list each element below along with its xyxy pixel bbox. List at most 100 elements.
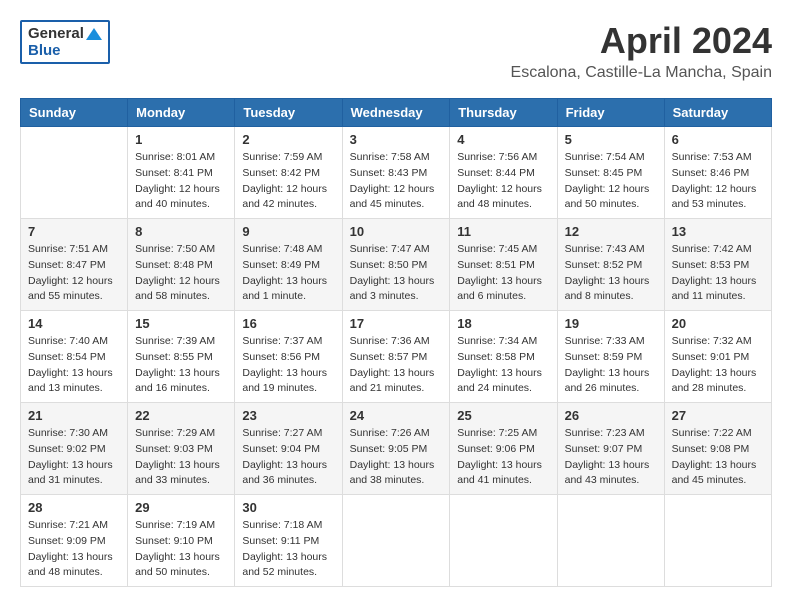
logo: General Blue (20, 20, 110, 64)
calendar-cell (557, 495, 664, 587)
calendar-cell: 26 Sunrise: 7:23 AMSunset: 9:07 PMDayligh… (557, 403, 664, 495)
column-header-friday: Friday (557, 99, 664, 127)
day-info: Sunrise: 7:33 AMSunset: 8:59 PMDaylight:… (565, 334, 657, 397)
day-info: Sunrise: 7:34 AMSunset: 8:58 PMDaylight:… (457, 334, 549, 397)
calendar-cell: 2Sunrise: 7:59 AMSunset: 8:42 PMDaylight… (235, 127, 342, 219)
calendar-body: 1Sunrise: 8:01 AMSunset: 8:41 PMDaylight… (21, 127, 772, 587)
day-number: 18 (457, 316, 549, 331)
week-row-4: 21 Sunrise: 7:30 AMSunset: 9:02 PMDayligh… (21, 403, 772, 495)
day-info: Sunrise: 7:21 AMSunset: 9:09 PMDaylight:… (28, 518, 120, 581)
calendar-cell: 27 Sunrise: 7:22 AMSunset: 9:08 PMDayligh… (664, 403, 771, 495)
calendar-cell (342, 495, 450, 587)
day-info: Sunrise: 7:22 AMSunset: 9:08 PMDaylight:… (672, 426, 764, 489)
day-info: Sunrise: 7:54 AMSunset: 8:45 PMDaylight:… (565, 150, 657, 213)
day-info: Sunrise: 7:37 AMSunset: 8:56 PMDaylight:… (242, 334, 334, 397)
day-info: Sunrise: 7:27 AMSunset: 9:04 PMDaylight:… (242, 426, 334, 489)
day-number: 15 (135, 316, 227, 331)
day-number: 6 (672, 132, 764, 147)
column-header-wednesday: Wednesday (342, 99, 450, 127)
calendar-cell: 23Sunrise: 7:27 AMSunset: 9:04 PMDayligh… (235, 403, 342, 495)
day-number: 5 (565, 132, 657, 147)
calendar-cell: 3Sunrise: 7:58 AMSunset: 8:43 PMDaylight… (342, 127, 450, 219)
logo-box: General Blue (20, 20, 110, 64)
calendar-cell: 7 Sunrise: 7:51 AMSunset: 8:47 PMDaylight… (21, 219, 128, 311)
location-subtitle: Escalona, Castille-La Mancha, Spain (511, 64, 772, 82)
day-info: Sunrise: 7:58 AMSunset: 8:43 PMDaylight:… (350, 150, 443, 213)
column-header-saturday: Saturday (664, 99, 771, 127)
title-section: April 2024 Escalona, Castille-La Mancha,… (511, 20, 772, 82)
day-number: 16 (242, 316, 334, 331)
header-row: SundayMondayTuesdayWednesdayThursdayFrid… (21, 99, 772, 127)
calendar-cell: 30 Sunrise: 7:18 AMSunset: 9:11 PMDayligh… (235, 495, 342, 587)
day-info: Sunrise: 7:26 AMSunset: 9:05 PMDaylight:… (350, 426, 443, 489)
day-number: 7 (28, 224, 120, 239)
calendar-cell: 10Sunrise: 7:47 AMSunset: 8:50 PMDayligh… (342, 219, 450, 311)
calendar-cell: 18 Sunrise: 7:34 AMSunset: 8:58 PMDayligh… (450, 311, 557, 403)
day-info: Sunrise: 7:47 AMSunset: 8:50 PMDaylight:… (350, 242, 443, 305)
week-row-1: 1Sunrise: 8:01 AMSunset: 8:41 PMDaylight… (21, 127, 772, 219)
calendar-cell: 11Sunrise: 7:45 AMSunset: 8:51 PMDayligh… (450, 219, 557, 311)
day-info: Sunrise: 7:25 AMSunset: 9:06 PMDaylight:… (457, 426, 549, 489)
day-info: Sunrise: 7:23 AMSunset: 9:07 PMDaylight:… (565, 426, 657, 489)
calendar-cell: 19 Sunrise: 7:33 AMSunset: 8:59 PMDayligh… (557, 311, 664, 403)
day-info: Sunrise: 7:53 AMSunset: 8:46 PMDaylight:… (672, 150, 764, 213)
day-number: 24 (350, 408, 443, 423)
day-number: 17 (350, 316, 443, 331)
calendar-cell: 16 Sunrise: 7:37 AMSunset: 8:56 PMDayligh… (235, 311, 342, 403)
page-header: General Blue April 2024 Escalona, Castil… (20, 20, 772, 82)
calendar-cell: 21 Sunrise: 7:30 AMSunset: 9:02 PMDayligh… (21, 403, 128, 495)
calendar-cell: 28 Sunrise: 7:21 AMSunset: 9:09 PMDayligh… (21, 495, 128, 587)
calendar-cell: 1Sunrise: 8:01 AMSunset: 8:41 PMDaylight… (128, 127, 235, 219)
day-info: Sunrise: 7:36 AMSunset: 8:57 PMDaylight:… (350, 334, 443, 397)
column-header-sunday: Sunday (21, 99, 128, 127)
day-number: 30 (242, 500, 334, 515)
day-number: 4 (457, 132, 549, 147)
day-number: 26 (565, 408, 657, 423)
calendar-cell: 24 Sunrise: 7:26 AMSunset: 9:05 PMDayligh… (342, 403, 450, 495)
day-info: Sunrise: 7:19 AMSunset: 9:10 PMDaylight:… (135, 518, 227, 581)
calendar-cell: 9Sunrise: 7:48 AMSunset: 8:49 PMDaylight… (235, 219, 342, 311)
calendar-cell: 5 Sunrise: 7:54 AMSunset: 8:45 PMDaylight… (557, 127, 664, 219)
logo-line1: General (28, 25, 102, 42)
calendar-cell (664, 495, 771, 587)
week-row-3: 14Sunrise: 7:40 AMSunset: 8:54 PMDayligh… (21, 311, 772, 403)
day-number: 19 (565, 316, 657, 331)
month-title: April 2024 (511, 20, 772, 62)
day-number: 22 (135, 408, 227, 423)
column-header-tuesday: Tuesday (235, 99, 342, 127)
logo-blue-text: Blue (28, 42, 61, 59)
day-number: 29 (135, 500, 227, 515)
day-number: 1 (135, 132, 227, 147)
day-info: Sunrise: 7:30 AMSunset: 9:02 PMDaylight:… (28, 426, 120, 489)
calendar-cell: 17 Sunrise: 7:36 AMSunset: 8:57 PMDayligh… (342, 311, 450, 403)
day-number: 12 (565, 224, 657, 239)
calendar-header: SundayMondayTuesdayWednesdayThursdayFrid… (21, 99, 772, 127)
day-info: Sunrise: 7:50 AMSunset: 8:48 PMDaylight:… (135, 242, 227, 305)
day-number: 8 (135, 224, 227, 239)
calendar-cell (21, 127, 128, 219)
day-info: Sunrise: 7:39 AMSunset: 8:55 PMDaylight:… (135, 334, 227, 397)
column-header-thursday: Thursday (450, 99, 557, 127)
calendar-cell: 6 Sunrise: 7:53 AMSunset: 8:46 PMDaylight… (664, 127, 771, 219)
calendar-cell: 8 Sunrise: 7:50 AMSunset: 8:48 PMDaylight… (128, 219, 235, 311)
week-row-5: 28 Sunrise: 7:21 AMSunset: 9:09 PMDayligh… (21, 495, 772, 587)
week-row-2: 7 Sunrise: 7:51 AMSunset: 8:47 PMDaylight… (21, 219, 772, 311)
calendar-cell (450, 495, 557, 587)
day-info: Sunrise: 7:43 AMSunset: 8:52 PMDaylight:… (565, 242, 657, 305)
day-info: Sunrise: 7:48 AMSunset: 8:49 PMDaylight:… (242, 242, 334, 305)
calendar-cell: 22 Sunrise: 7:29 AMSunset: 9:03 PMDayligh… (128, 403, 235, 495)
day-info: Sunrise: 7:51 AMSunset: 8:47 PMDaylight:… (28, 242, 120, 305)
day-number: 27 (672, 408, 764, 423)
day-number: 21 (28, 408, 120, 423)
day-info: Sunrise: 7:18 AMSunset: 9:11 PMDaylight:… (242, 518, 334, 581)
day-info: Sunrise: 7:45 AMSunset: 8:51 PMDaylight:… (457, 242, 549, 305)
calendar-cell: 25 Sunrise: 7:25 AMSunset: 9:06 PMDayligh… (450, 403, 557, 495)
calendar-cell: 13Sunrise: 7:42 AMSunset: 8:53 PMDayligh… (664, 219, 771, 311)
day-info: Sunrise: 7:29 AMSunset: 9:03 PMDaylight:… (135, 426, 227, 489)
day-number: 28 (28, 500, 120, 515)
day-number: 20 (672, 316, 764, 331)
day-number: 25 (457, 408, 549, 423)
day-info: Sunrise: 7:40 AMSunset: 8:54 PMDaylight:… (28, 334, 120, 397)
calendar-cell: 14Sunrise: 7:40 AMSunset: 8:54 PMDayligh… (21, 311, 128, 403)
logo-arrow-icon (86, 26, 102, 42)
